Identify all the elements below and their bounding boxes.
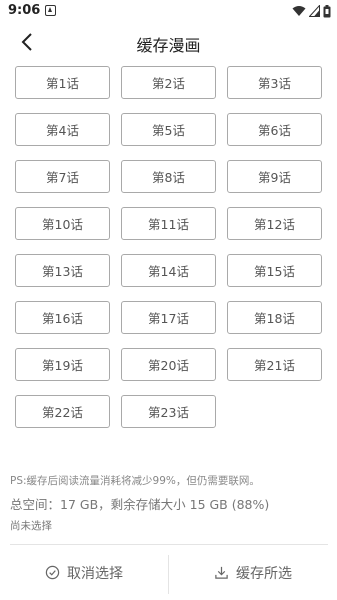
- selection-status: 尚未选择: [10, 520, 52, 532]
- status-time: 9:06: [8, 3, 41, 18]
- signal-icon: [309, 5, 320, 17]
- chapter-button[interactable]: 第19话: [15, 348, 110, 381]
- chapter-button[interactable]: 第14话: [121, 254, 216, 287]
- status-icons: [292, 4, 331, 18]
- download-icon: [215, 566, 228, 579]
- cache-note: PS:缓存后阅读流量消耗将减少99%，但仍需要联网。: [10, 475, 260, 487]
- chapter-button[interactable]: 第4话: [15, 113, 110, 146]
- storage-info: 总空间：17 GB，剩余存储大小 15 GB (88%): [10, 497, 270, 512]
- chapter-button[interactable]: 第5话: [121, 113, 216, 146]
- battery-icon: [323, 4, 331, 17]
- page-title: 缓存漫画: [136, 36, 201, 55]
- chapter-button[interactable]: 第3话: [227, 66, 322, 99]
- wifi-icon: [292, 6, 306, 16]
- nav-bar: 缓存漫画: [0, 24, 337, 60]
- chapter-button[interactable]: 第17话: [121, 301, 216, 334]
- chapter-button[interactable]: 第15话: [227, 254, 322, 287]
- chapter-button[interactable]: 第21话: [227, 348, 322, 381]
- chapter-button[interactable]: 第23话: [121, 395, 216, 428]
- chapter-button[interactable]: 第6话: [227, 113, 322, 146]
- cancel-selection-button[interactable]: 取消选择: [0, 545, 168, 600]
- chapter-grid: 第1话 第2话 第3话 第4话 第5话 第6话 第7话 第8话 第9话 第10话 第11话 第12话第…: [15, 66, 323, 428]
- chapter-button[interactable]: 第1话: [15, 66, 110, 99]
- chapter-button[interactable]: 第8话: [121, 160, 216, 193]
- check-circle-icon: [45, 565, 60, 580]
- cache-selected-button[interactable]: 缓存所选: [169, 545, 337, 600]
- cancel-selection-label: 取消选择: [67, 565, 123, 582]
- chapter-button[interactable]: 第10话: [15, 207, 110, 240]
- bottom-bar: 取消选择 缓存所选: [0, 545, 337, 600]
- chapter-button[interactable]: 第16话: [15, 301, 110, 334]
- chapter-button[interactable]: 第22话: [15, 395, 110, 428]
- status-bar: 9:06: [0, 0, 337, 24]
- notification-icon: [45, 5, 56, 16]
- chapter-button[interactable]: 第11话: [121, 207, 216, 240]
- info-section: PS:缓存后阅读流量消耗将减少99%，但仍需要联网。 总空间：17 GB，剩余存…: [10, 474, 330, 533]
- chapter-button[interactable]: 第2话: [121, 66, 216, 99]
- chapter-button[interactable]: 第9话: [227, 160, 322, 193]
- chapter-button[interactable]: 第18话: [227, 301, 322, 334]
- chapter-button[interactable]: 第20话: [121, 348, 216, 381]
- chapter-button[interactable]: 第12话: [227, 207, 322, 240]
- chapter-button[interactable]: 第13话: [15, 254, 110, 287]
- cache-selected-label: 缓存所选: [236, 565, 292, 582]
- chapter-button[interactable]: 第7话: [15, 160, 110, 193]
